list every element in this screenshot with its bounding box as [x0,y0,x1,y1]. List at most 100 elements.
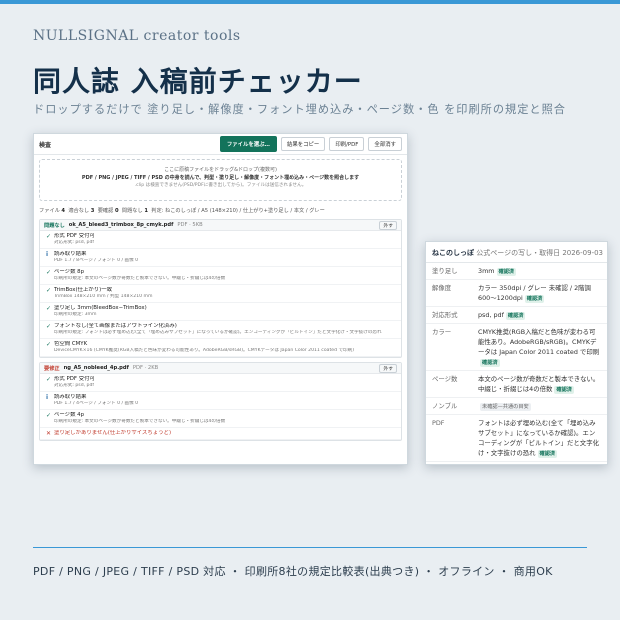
check-title: 形式 PDF 受付可 [54,376,95,382]
file-results-list: 問題なし ok_A5_bleed3_trimbox_8p_cmyk.pdf PDF … [34,219,407,441]
verification-badge: 未確認—共通の目安 [480,403,531,411]
check-body: TrimBox(仕上がり)一致 TrimBox 148×210 mm / 判型 1… [54,287,397,300]
check-body: 形式 PDF 受付可 対応形式: psd, pdf [54,233,397,246]
verification-badge: 確認済 [505,312,526,320]
check-detail: 印刷所の規定: 本文のページ数が奇数だと製本できない。中綴じ・折綴じは4の倍数 [54,276,226,281]
file-result-card: 問題なし ok_A5_bleed3_trimbox_8p_cmyk.pdf PDF … [39,219,402,358]
file-result-card: 要修正 ng_A5_nobleed_4p.pdf PDF · 2KB 外す ✓ 形式 PD… [39,362,402,441]
check-title: 形式 PDF 受付可 [54,233,95,239]
spec-key: ページ数 [432,375,458,383]
check-icon: ✓ [46,269,52,276]
verification-badge: 確認済 [524,295,545,303]
remove-file-button[interactable]: 外す [379,363,397,373]
check-body: ページ数 8p 印刷所の規定: 本文のページ数が奇数だと製本できない。中綴じ・折綴… [54,269,397,282]
printer-source-note: 公式ページの写し・取得日 2026-09-03 [476,249,603,257]
check-row: ✓ 形式 PDF 受付可 対応形式: psd, pdf [40,231,401,249]
spec-key: カラー [432,328,452,336]
page-subtitle: ドロップするだけで 塗り足し・解像度・フォント埋め込み・ページ数・色 を印刷所の… [33,103,566,116]
check-row: ✓ TrimBox(仕上がり)一致 TrimBox 148×210 mm / 判型 … [40,285,401,303]
check-detail: 印刷所の規定: 3mm [54,312,97,317]
check-body: フォントなし(全て画像またはアウトライン化済み) 印刷所の規定: フォントは必ず埋… [54,323,397,336]
spec-value-cell: CMYK推奨(RGB入稿だと色味が変わる可能性あり。AdobeRGB/sRGB)… [478,327,601,367]
print-pdf-button[interactable]: 印刷/PDF [329,137,365,151]
spec-row: 内側余白重要な絵やセリフは仕上がりサイズより5mm以上内側確認済 [426,462,607,464]
main-toolbar: 検査 ファイルを選ぶ… 結果をコピー 印刷/PDF 全部消す [34,134,407,155]
file-name: ng_A5_nobleed_4p.pdf [63,365,129,371]
check-detail: DeviceCMYK×16 (CMYK推奨(RGB入稿だと色味が変わる可能性あり… [54,348,355,353]
check-detail: 対応形式: psd, pdf [54,383,94,388]
verification-badge: 確認済 [537,450,558,458]
file-result-header: 要修正 ng_A5_nobleed_4p.pdf PDF · 2KB 外す [40,363,401,374]
check-title: 読み取り結果 [54,251,87,257]
results-summary: ファイル 4 適合なし 3 要確認 0 問題なし 1 判定: ねこのしっぽ / … [39,208,325,214]
remove-file-button[interactable]: 外す [379,220,397,230]
select-file-button[interactable]: ファイルを選ぶ… [219,136,277,152]
spec-value: 本文のページ数が奇数だと製本できない。中綴じ・折綴じは4の倍数 [478,375,600,393]
file-meta: PDF · 2KB [132,365,159,371]
check-row: i 読み取り結果 PDF 1.7 / 8ページ / フォント 0 / 画像 0 [40,249,401,267]
brand-name: NULLSIGNAL creator tools [33,28,241,44]
spec-value: 3mm [478,267,495,275]
spec-key: 塗り足し [432,267,458,275]
printer-header: ねこのしっぽ 公式ページの写し・取得日 2026-09-03 [426,242,607,263]
check-icon: ✓ [46,287,52,294]
info-icon: i [46,394,49,401]
spec-table: 塗り足し 3mm 確認済 解像度 カラー 350dpi / グレー 未確認 / 2階調 … [426,263,607,464]
check-detail: 印刷所の規定: フォントは必ず埋め込む(全て「埋め込みサブセット」になっているか… [54,330,382,335]
check-row: ✓ フォントなし(全て画像またはアウトライン化済み) 印刷所の規定: フォントは必ず… [40,321,401,339]
verification-badge: 確認済 [554,386,574,394]
check-icon: ✓ [46,323,52,330]
feature-footer: PDF / PNG / JPEG / TIFF / PSD 対応 ・ 印刷所8社… [33,565,553,578]
dropzone-note: .clip は検査できません(PSD/PDFに書き出してから)。ファイルは送信さ… [134,183,307,188]
check-icon: ✓ [46,305,52,312]
spec-key: ノンブル [432,402,458,410]
spec-value-cell: フォントは必ず埋め込む(全て「埋め込みサブセット」になっているか確認)。エンコー… [478,418,601,458]
check-detail: TrimBox 148×210 mm / 判型 148×210 mm [54,294,153,299]
printer-spec-panel: ねこのしっぽ 公式ページの写し・取得日 2026-09-03 塗り足し 3mm 確認… [425,241,608,465]
file-dropzone[interactable]: ここに原稿ファイルをドラッグ&ドロップ(複数可) PDF / PNG / JPE… [39,159,402,201]
page-title: 同人誌 入稿前チェッカー [33,65,363,98]
spec-row: ページ数 本文のページ数が奇数だと製本できない。中綴じ・折綴じは4の倍数 確認済 [426,371,607,398]
check-icon: ✓ [46,412,52,419]
spec-value: psd, pdf [478,311,504,319]
spec-value-cell: psd, pdf 確認済 [478,310,601,320]
spec-row: カラー CMYK推奨(RGB入稿だと色味が変わる可能性あり。AdobeRGB/sR… [426,324,607,371]
spec-key: 解像度 [432,284,452,292]
check-detail: PDF 1.7 / 8ページ / フォント 0 / 画像 0 [54,258,139,263]
check-body: 読み取り結果 PDF 1.7 / 8ページ / フォント 0 / 画像 0 [54,251,397,264]
check-body: 塗り足しがありません(仕上がりサイズちょうど) [54,430,397,437]
status-badge: 問題なし [44,222,65,229]
check-title: 読み取り結果 [54,394,87,400]
copy-results-button[interactable]: 結果をコピー [280,137,326,151]
check-row: ✓ 色空間 CMYK DeviceCMYK×16 (CMYK推奨(RGB入稿だと色味… [40,339,401,357]
check-title: ページ数 4p [54,412,85,418]
check-body: ページ数 4p 印刷所の規定: 本文のページ数が奇数だと製本できない。中綴じ・折綴… [54,412,397,425]
file-meta: PDF · 5KB [177,222,203,228]
file-name: ok_A5_bleed3_trimbox_8p_cmyk.pdf [68,222,174,228]
check-title: 塗り足し 3mm(BleedBox−TrimBox) [54,305,147,311]
check-body: 色空間 CMYK DeviceCMYK×16 (CMYK推奨(RGB入稿だと色味が… [54,341,397,354]
spec-row: ノンブル 未確認—共通の目安 [426,398,607,415]
check-icon: ✓ [46,341,52,348]
check-icon: ✓ [46,376,52,383]
spec-row: 塗り足し 3mm 確認済 [426,263,607,280]
dropzone-instruction: ここに原稿ファイルをドラッグ&ドロップ(複数可) [164,167,277,173]
status-badge: 要修正 [44,365,60,372]
clear-all-button[interactable]: 全部消す [368,137,402,151]
check-body: 形式 PDF 受付可 対応形式: psd, pdf [54,376,397,389]
cross-icon: ✕ [46,430,52,437]
check-icon: ✓ [46,233,52,240]
criteria-text: 判定: ねこのしっぽ / A5 (148×210) / 仕上がり+塗り足し / … [151,208,325,214]
check-title: 塗り足しがありません(仕上がりサイズちょうど) [54,430,172,436]
checker-main-panel: 検査 ファイルを選ぶ… 結果をコピー 印刷/PDF 全部消す ここに原稿ファイル… [33,133,408,465]
check-row: i 読み取り結果 PDF 1.7 / 4ページ / フォント 0 / 画像 0 [40,392,401,410]
check-body: 塗り足し 3mm(BleedBox−TrimBox) 印刷所の規定: 3mm [54,305,397,318]
printer-name: ねこのしっぽ [432,249,474,257]
check-detail: 対応形式: psd, pdf [54,240,94,245]
check-row: ✓ 塗り足し 3mm(BleedBox−TrimBox) 印刷所の規定: 3mm [40,303,401,321]
check-title: フォントなし(全て画像またはアウトライン化済み) [54,323,177,329]
info-icon: i [46,251,49,258]
spec-key: PDF [432,419,445,427]
dropzone-formats: PDF / PNG / JPEG / TIFF / PSD の中身を読んで、判型… [81,175,360,181]
panel-title: 検査 [39,141,52,149]
